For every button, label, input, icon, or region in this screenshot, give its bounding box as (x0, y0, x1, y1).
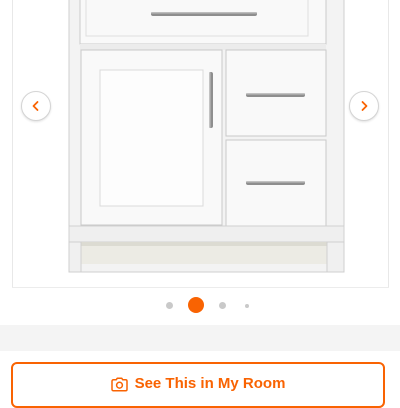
see-in-my-room-button[interactable]: See This in My Room (11, 362, 385, 408)
camera-icon (110, 376, 128, 392)
chevron-left-icon (30, 100, 42, 112)
pagination-dot[interactable] (245, 304, 249, 308)
image-pagination (0, 290, 400, 320)
next-image-button[interactable] (349, 91, 379, 121)
gallery-border-left (12, 0, 13, 288)
chevron-right-icon (358, 100, 370, 112)
see-in-my-room-label: See This in My Room (134, 375, 286, 392)
pagination-dot[interactable] (219, 302, 226, 309)
gallery-border-bottom (12, 287, 389, 288)
product-image-gallery[interactable] (0, 0, 400, 290)
previous-image-button[interactable] (21, 91, 51, 121)
section-divider (0, 325, 400, 351)
vanity-product-image (68, 0, 345, 273)
pagination-dot-active[interactable] (188, 297, 204, 313)
gallery-border-right (388, 0, 389, 288)
pagination-dot[interactable] (166, 302, 173, 309)
